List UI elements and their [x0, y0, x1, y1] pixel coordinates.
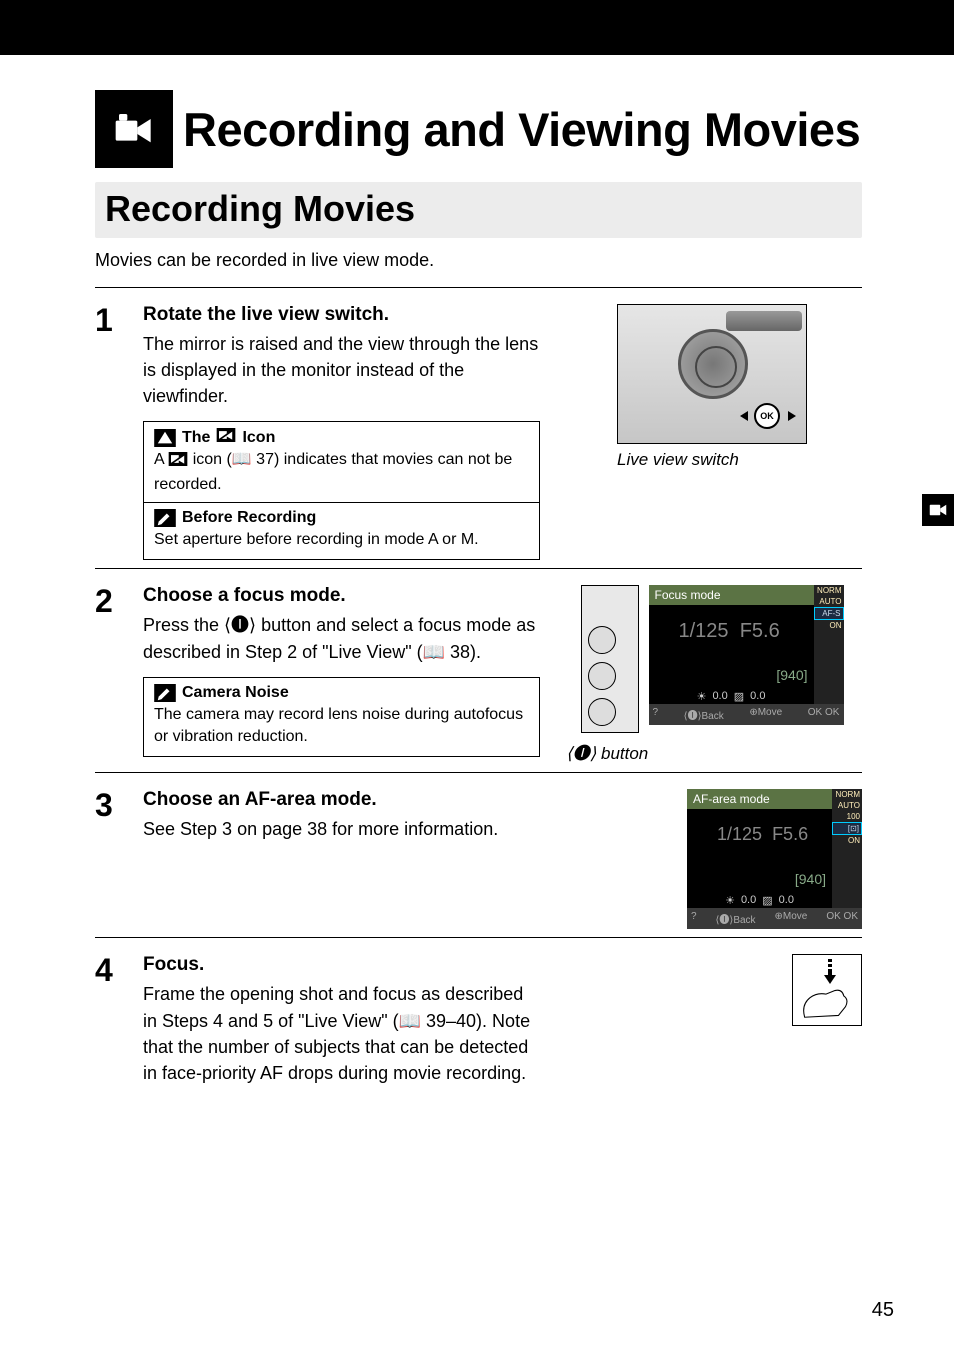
note-head: Camera Noise — [182, 684, 289, 702]
step-title: Rotate the live view switch. — [143, 304, 540, 326]
movie-camera-icon — [95, 90, 173, 168]
screen-shots: [940] — [776, 667, 807, 683]
step-4: 4 Focus. Frame the opening shot and focu… — [95, 938, 862, 1093]
step-3: 3 Choose an AF-area mode. See Step 3 on … — [95, 773, 862, 938]
screen-footer: ⊕Move — [749, 707, 782, 722]
chapter-title: Recording and Viewing Movies — [183, 106, 860, 153]
step-title: Focus. — [143, 954, 540, 976]
shutter-press-illustration — [792, 954, 862, 1026]
lcd-screen-af-area: AF-area mode 1/125 F5.6 [940] NORM AUTO … — [687, 789, 862, 929]
camera-side-illustration — [581, 585, 639, 733]
step-title: Choose an AF-area mode. — [143, 789, 540, 811]
screen-side: NORM — [814, 585, 844, 596]
screen-side: NORM — [832, 789, 862, 800]
down-arrow-icon — [823, 959, 837, 985]
screen-footer: ⟨🅘⟩Back — [716, 911, 756, 926]
step-text: Frame the opening shot and focus as desc… — [143, 981, 540, 1085]
screen-footer: ⊕Move — [775, 911, 808, 926]
lcd-screen-focus-mode: Focus mode 1/125 F5.6 [940] NORM AUTO AF… — [649, 585, 844, 725]
step-text: Press the ⟨🅘⟩ button and select a focus … — [143, 612, 540, 664]
hand-icon — [799, 987, 853, 1019]
screen-footer: OK OK — [826, 911, 858, 926]
screen-side-active: [⊡] — [832, 822, 862, 835]
screen-footer: ⟨🅘⟩Back — [684, 707, 724, 722]
note-body: Set aperture before recording in mode A … — [154, 529, 529, 551]
step-title: Choose a focus mode. — [143, 585, 540, 607]
screen-footer: ? — [653, 707, 659, 722]
page-number: 45 — [872, 1299, 894, 1322]
screen-val: 0.0 — [741, 894, 756, 907]
step-number: 2 — [95, 585, 121, 764]
section-title: Recording Movies — [105, 188, 852, 230]
screen-shutter: 1/125 — [717, 824, 762, 844]
screen-val: 0.0 — [750, 690, 765, 703]
pencil-icon — [154, 509, 176, 527]
note-body: A icon (📖 37) indicates that movies can … — [154, 449, 529, 496]
alert-icon — [154, 429, 176, 447]
screen-side: ON — [832, 835, 862, 846]
screen-footer: ? — [691, 911, 697, 926]
figure-caption: ⟨🅘⟩ button — [566, 739, 648, 764]
step-text: See Step 3 on page 38 for more informati… — [143, 816, 540, 842]
step-1: 1 Rotate the live view switch. The mirro… — [95, 288, 862, 569]
note-box: The Icon A icon (📖 37) indicates that mo… — [143, 421, 540, 560]
screen-footer: OK OK — [808, 707, 840, 722]
note-head-before: The — [182, 429, 210, 447]
figure-caption: Live view switch — [617, 450, 807, 470]
screen-side-active: AF-S — [814, 607, 844, 620]
top-black-bar — [0, 0, 954, 55]
screen-shots: [940] — [795, 871, 826, 887]
screen-side: 100 — [832, 811, 862, 822]
note-head: Before Recording — [182, 509, 316, 527]
no-movie-icon — [168, 451, 188, 473]
no-movie-icon — [216, 428, 236, 447]
note-head-after: Icon — [242, 429, 275, 447]
step-2: 2 Choose a focus mode. Press the ⟨🅘⟩ but… — [95, 569, 862, 773]
screen-shutter: 1/125 — [679, 620, 729, 642]
intro-text: Movies can be recorded in live view mode… — [95, 250, 862, 271]
screen-side: AUTO — [814, 596, 844, 607]
screen-side: ON — [814, 620, 844, 631]
step-number: 3 — [95, 789, 121, 929]
section-heading: Recording Movies — [95, 182, 862, 238]
screen-fstop: F5.6 — [772, 824, 808, 844]
chapter-header: Recording and Viewing Movies — [95, 90, 862, 168]
camera-illustration: OK — [617, 304, 807, 444]
screen-val: 0.0 — [712, 690, 727, 703]
note-body-mid: icon (📖 37) indicates that movies can no… — [154, 451, 512, 492]
pencil-icon — [154, 684, 176, 702]
note-box: Camera Noise The camera may record lens … — [143, 677, 540, 758]
note-body-before: A — [154, 451, 168, 468]
step-number: 1 — [95, 304, 121, 560]
note-body: The camera may record lens noise during … — [154, 704, 529, 749]
screen-fstop: F5.6 — [740, 620, 780, 642]
step-text: The mirror is raised and the view throug… — [143, 331, 540, 409]
step-number: 4 — [95, 954, 121, 1085]
screen-val: 0.0 — [779, 894, 794, 907]
screen-side: AUTO — [832, 800, 862, 811]
